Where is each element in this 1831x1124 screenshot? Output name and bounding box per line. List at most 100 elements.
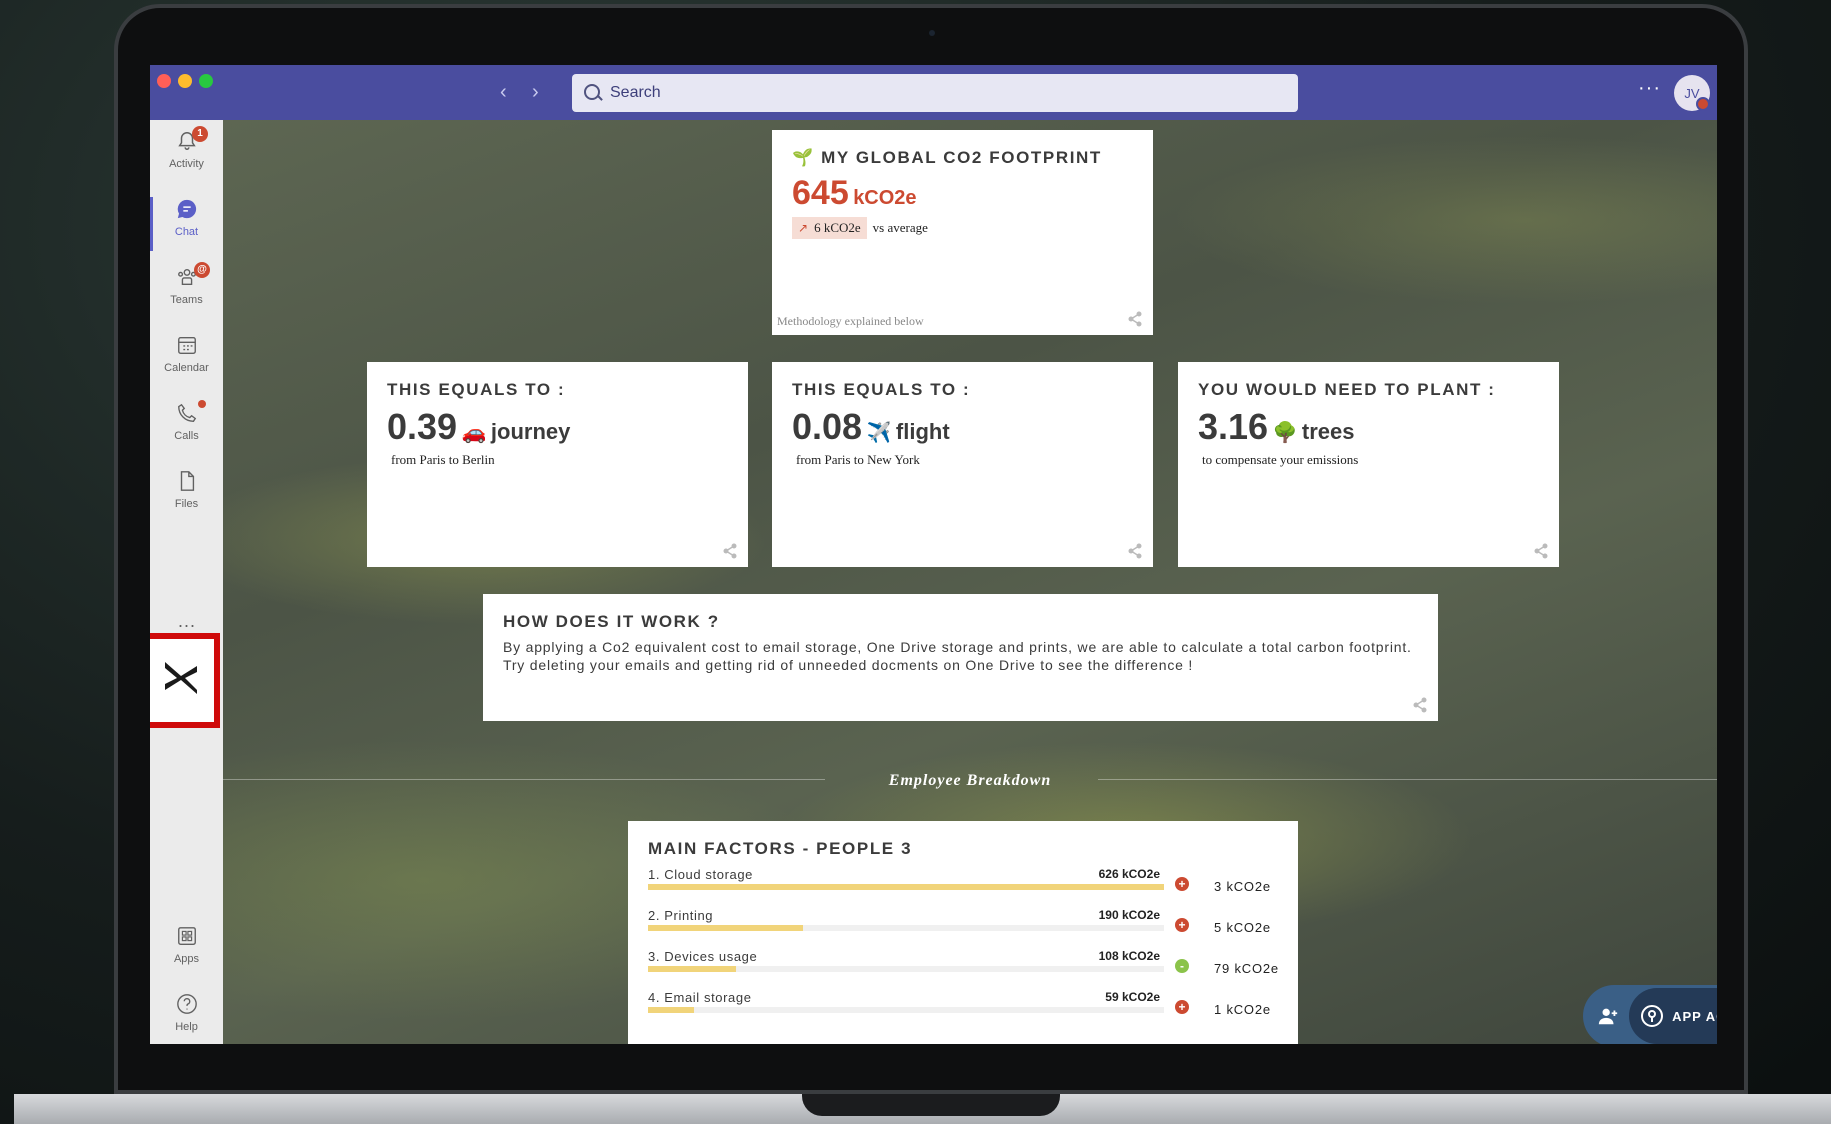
increase-icon: +	[1175, 877, 1189, 891]
close-window-button[interactable]	[157, 74, 171, 88]
share-icon[interactable]	[1412, 697, 1428, 713]
rail-item-apps[interactable]: Apps	[150, 915, 223, 977]
decrease-icon: -	[1175, 959, 1189, 973]
laptop-notch	[802, 1094, 1060, 1116]
minimize-window-button[interactable]	[178, 74, 192, 88]
factor-name: 3. Devices usage	[648, 949, 758, 964]
global-footprint-card: 🌱 MY GLOBAL CO2 FOOTPRINT 645 kCO2e ↗ 6 …	[772, 130, 1153, 335]
title-bar: ‹ › Search ··· JV	[150, 65, 1717, 120]
delta-badge: ↗ 6 kCO2e	[792, 217, 867, 239]
rail-item-chat[interactable]: Chat	[150, 188, 223, 250]
avatar[interactable]: JV	[1674, 75, 1710, 111]
app-rail: 1 Activity Chat @ Teams Calendar Calls F…	[150, 120, 223, 1044]
carbon-app-icon-highlight[interactable]	[150, 633, 220, 728]
equivalent-unit: journey	[490, 419, 571, 444]
equivalent-unit: flight	[895, 419, 950, 444]
presence-dot	[1696, 97, 1710, 111]
trend-up-icon: ↗	[798, 221, 809, 235]
apps-grid-icon	[177, 927, 196, 945]
chat-icon	[177, 199, 196, 219]
rail-item-label: Activity	[169, 158, 204, 170]
app-access-label: APP ACCESS	[1672, 1008, 1717, 1024]
flight-equivalent-card: THIS EQUALS TO : 0.08 ✈️ flight from Par…	[772, 362, 1153, 567]
webcam	[929, 30, 935, 36]
back-arrow-icon[interactable]: ‹	[500, 81, 507, 104]
factor-delta: 3 kCO2e	[1214, 879, 1271, 894]
sprout-icon: 🌱	[792, 148, 815, 167]
key-lock-icon	[1641, 1005, 1664, 1027]
rail-item-calls[interactable]: Calls	[150, 392, 223, 454]
rail-item-help[interactable]: Help	[150, 983, 223, 1044]
rail-item-calendar[interactable]: Calendar	[150, 324, 223, 386]
factor-bar-fill	[648, 925, 803, 931]
rail-item-teams[interactable]: @ Teams	[150, 256, 223, 318]
carbon-app-logo-icon	[165, 662, 197, 694]
tree-icon: 🌳	[1272, 422, 1298, 444]
activity-badge: 1	[192, 126, 208, 142]
footprint-unit: kCO2e	[853, 187, 917, 209]
factor-row: 4. Email storage 59 kCO2e + 1 kCO2e	[648, 990, 1288, 1028]
factor-bar-fill	[648, 884, 1164, 890]
factor-name: 4. Email storage	[648, 990, 752, 1005]
factor-bar-track	[648, 925, 1164, 931]
car-icon: 🚗	[461, 422, 487, 444]
factor-row: 2. Printing 190 kCO2e + 5 kCO2e	[648, 908, 1288, 946]
employee-breakdown-heading: Employee Breakdown	[888, 772, 1052, 789]
more-options-icon[interactable]: ···	[1638, 77, 1661, 100]
help-icon	[176, 994, 197, 1014]
share-icon[interactable]	[722, 543, 738, 559]
airplane-icon: ✈️	[866, 422, 892, 444]
maximize-window-button[interactable]	[199, 74, 213, 88]
increase-icon: +	[1175, 918, 1189, 932]
rail-item-label: Files	[174, 498, 199, 510]
forward-arrow-icon[interactable]: ›	[532, 81, 539, 104]
trees-equivalent-card: YOU WOULD NEED TO PLANT : 3.16 🌳 trees t…	[1178, 362, 1559, 567]
factors-title: MAIN FACTORS - PEOPLE 3	[648, 839, 913, 858]
share-icon[interactable]	[1127, 543, 1143, 559]
methodology-note: Methodology explained below	[777, 314, 924, 328]
how-title: HOW DOES IT WORK ?	[503, 612, 720, 631]
footprint-title: 🌱 MY GLOBAL CO2 FOOTPRINT	[792, 148, 1102, 167]
factor-bar-fill	[648, 966, 736, 972]
calls-notification-dot	[198, 400, 206, 408]
rail-item-label: Help	[175, 1021, 198, 1033]
add-user-icon[interactable]	[1597, 1005, 1619, 1027]
rail-item-activity[interactable]: 1 Activity	[150, 120, 223, 182]
rail-item-files[interactable]: Files	[150, 460, 223, 522]
equivalent-title: THIS EQUALS TO :	[387, 380, 566, 399]
factor-value: 59 kCO2e	[1105, 990, 1160, 1004]
journey-equivalent-card: THIS EQUALS TO : 0.39 🚗 journey from Par…	[367, 362, 748, 567]
app-window: ‹ › Search ··· JV 1 Activity Chat @ Team…	[150, 65, 1717, 1044]
share-icon[interactable]	[1533, 543, 1549, 559]
factor-row: 3. Devices usage 108 kCO2e - 79 kCO2e	[648, 949, 1288, 987]
factor-value: 190 kCO2e	[1098, 908, 1160, 922]
factor-bar-track	[648, 1007, 1164, 1013]
search-icon	[584, 84, 600, 100]
equivalent-title: YOU WOULD NEED TO PLANT :	[1198, 380, 1496, 399]
factor-bar-track	[648, 966, 1164, 972]
footprint-value: 645	[792, 174, 849, 212]
rail-item-label: Teams	[170, 294, 203, 306]
app-access-button[interactable]: APP ACCESS	[1629, 988, 1717, 1044]
main-factors-card: MAIN FACTORS - PEOPLE 3 1. Cloud storage…	[628, 821, 1298, 1044]
share-icon[interactable]	[1127, 311, 1143, 327]
factor-name: 2. Printing	[648, 908, 714, 923]
factor-delta: 1 kCO2e	[1214, 1002, 1271, 1017]
equivalent-sub: from Paris to New York	[796, 452, 920, 467]
factor-value: 108 kCO2e	[1098, 949, 1160, 963]
equivalent-sub: from Paris to Berlin	[391, 452, 495, 467]
app-access-widget: APP ACCESS	[1583, 985, 1717, 1044]
delta-label: vs average	[872, 220, 928, 235]
how-line-1: By applying a Co2 equivalent cost to ema…	[503, 639, 1412, 655]
how-it-works-card: HOW DOES IT WORK ? By applying a Co2 equ…	[483, 594, 1438, 721]
factor-bar-fill	[648, 1007, 695, 1013]
rail-item-label: Chat	[174, 226, 199, 238]
rail-item-label: Apps	[173, 953, 200, 965]
search-input[interactable]: Search	[572, 74, 1298, 112]
calendar-icon	[177, 336, 196, 354]
equivalent-value: 0.08	[792, 406, 863, 447]
factor-delta: 79 kCO2e	[1214, 961, 1279, 976]
search-placeholder: Search	[610, 84, 661, 101]
factor-delta: 5 kCO2e	[1214, 920, 1271, 935]
equivalent-unit: trees	[1301, 419, 1355, 444]
